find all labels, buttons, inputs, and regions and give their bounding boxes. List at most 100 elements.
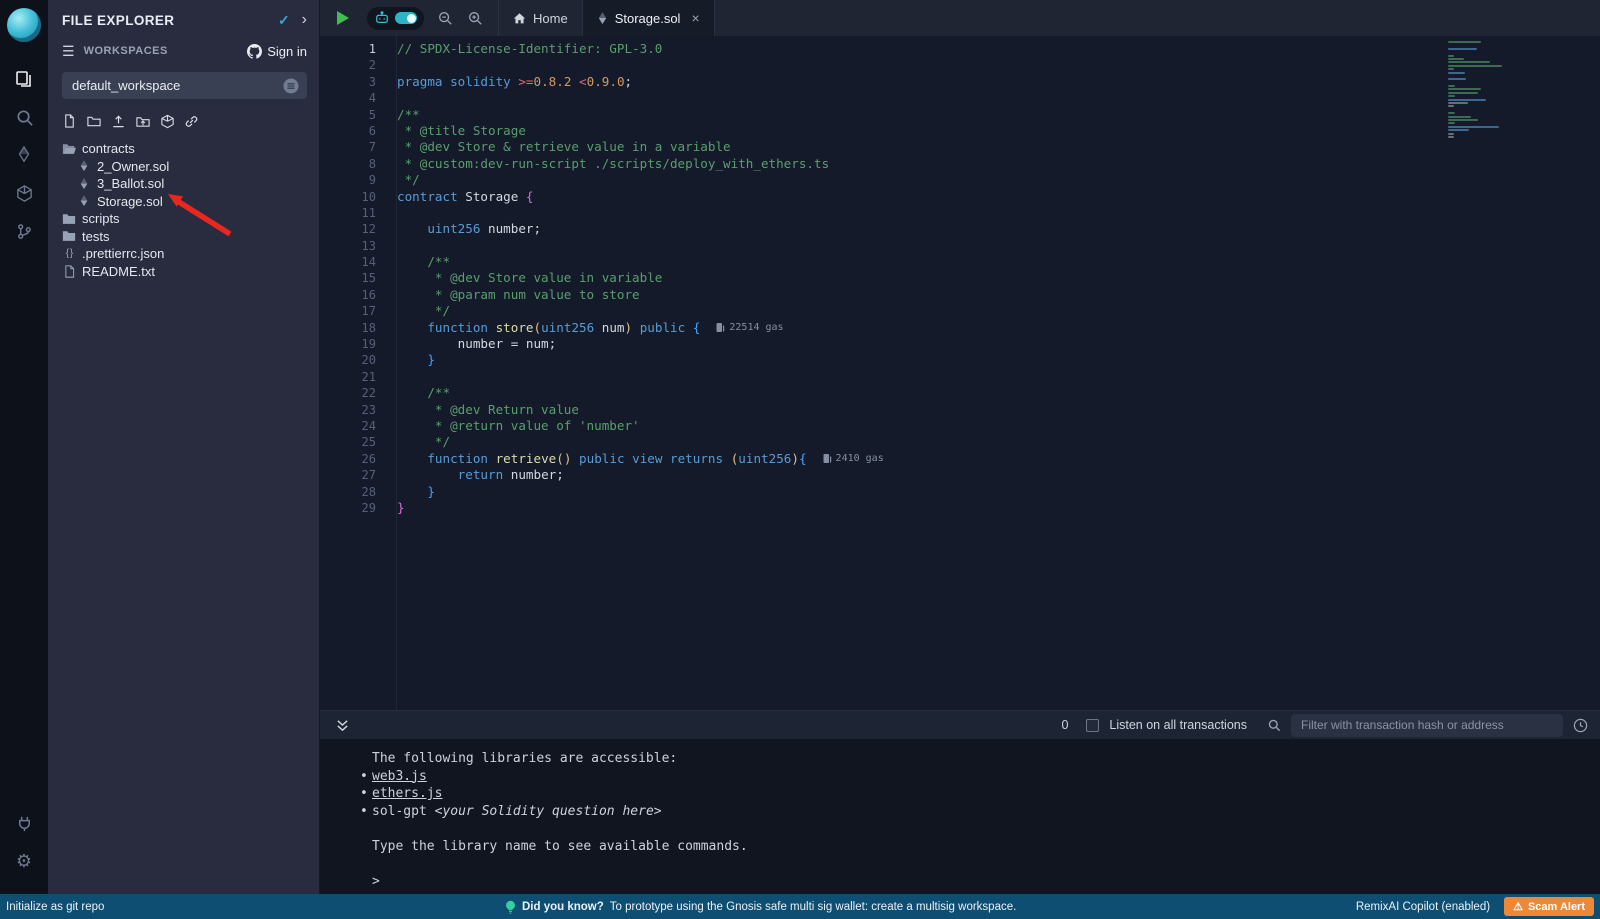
line-number: 21	[320, 369, 376, 385]
solidity-icon	[77, 195, 91, 207]
line-number: 4	[320, 90, 376, 106]
deploy-run-icon[interactable]	[0, 174, 48, 212]
file-tree-item[interactable]: 3_Ballot.sol	[48, 175, 319, 193]
library-link[interactable]: web3.js	[372, 769, 427, 784]
sign-in-button[interactable]: Sign in	[247, 44, 307, 59]
code-line[interactable]: 21	[320, 369, 1600, 385]
code-line[interactable]: 15 * @dev Store value in variable	[320, 270, 1600, 286]
code-line[interactable]: 28 }	[320, 484, 1600, 500]
new-file-icon[interactable]	[62, 113, 77, 129]
minimap[interactable]	[1448, 41, 1516, 710]
code-line[interactable]: 14 /**	[320, 254, 1600, 270]
code-line[interactable]: 24 * @return value of 'number'	[320, 418, 1600, 434]
file-explorer-icon[interactable]	[0, 60, 48, 98]
code-line[interactable]: 4	[320, 90, 1600, 106]
terminal-expand-icon[interactable]	[336, 719, 349, 732]
search-icon[interactable]	[1267, 718, 1281, 732]
code-line[interactable]: 16 * @param num value to store	[320, 287, 1600, 303]
code-line[interactable]: 1// SPDX-License-Identifier: GPL-3.0	[320, 41, 1600, 57]
workspace-selector[interactable]: default_workspace	[62, 72, 307, 99]
code-line[interactable]: 20 }	[320, 352, 1600, 368]
line-number: 9	[320, 172, 376, 188]
code-line[interactable]: 2	[320, 57, 1600, 73]
code-line[interactable]: 12 uint256 number;	[320, 221, 1600, 237]
code-line[interactable]: 6 * @title Storage	[320, 123, 1600, 139]
code-line[interactable]: 9 */	[320, 172, 1600, 188]
editor-tabbar: Home Storage.sol ×	[320, 0, 1600, 36]
terminal-line: The following libraries are accessible:	[372, 750, 1600, 768]
line-number: 15	[320, 270, 376, 286]
chevron-right-icon[interactable]: ›	[302, 11, 307, 29]
file-tree-item[interactable]: scripts	[48, 210, 319, 228]
upload-file-icon[interactable]	[111, 114, 126, 129]
code-line[interactable]: 29}	[320, 500, 1600, 516]
line-number: 29	[320, 500, 376, 516]
file-icon	[62, 265, 76, 278]
file-tree-item[interactable]: 2_Owner.sol	[48, 158, 319, 176]
code-line[interactable]: 8 * @custom:dev-run-script ./scripts/dep…	[320, 156, 1600, 172]
code-line[interactable]: 17 */	[320, 303, 1600, 319]
publish-box-icon[interactable]	[160, 114, 175, 129]
zoom-out-icon[interactable]	[430, 0, 460, 36]
listen-checkbox[interactable]	[1086, 719, 1099, 732]
file-tree-item[interactable]: README.txt	[48, 263, 319, 281]
remix-logo[interactable]	[7, 8, 41, 42]
code-line[interactable]: 23 * @dev Return value	[320, 402, 1600, 418]
terminal-output[interactable]: The following libraries are accessible:•…	[320, 739, 1600, 894]
code-line[interactable]: 3pragma solidity >=0.8.2 <0.9.0;	[320, 74, 1600, 90]
file-tree-item[interactable]: contracts	[48, 140, 319, 158]
code-line[interactable]: 25 */	[320, 434, 1600, 450]
tab-home[interactable]: Home	[499, 0, 582, 36]
code-line[interactable]: 5/**	[320, 107, 1600, 123]
line-number: 19	[320, 336, 376, 352]
block-time-icon[interactable]	[1573, 718, 1588, 733]
github-icon	[247, 44, 262, 59]
check-icon[interactable]: ✓	[278, 12, 290, 29]
plugin-manager-icon[interactable]	[0, 804, 48, 842]
library-link[interactable]: ethers.js	[372, 786, 442, 801]
scam-alert-button[interactable]: ⚠ Scam Alert	[1504, 897, 1594, 916]
git-icon[interactable]	[0, 212, 48, 250]
terminal-line	[372, 820, 1600, 838]
code-line[interactable]: 26 function retrieve() public view retur…	[320, 451, 1600, 467]
zoom-in-icon[interactable]	[460, 0, 490, 36]
code-line[interactable]: 7 * @dev Store & retrieve value in a var…	[320, 139, 1600, 155]
copilot-switch[interactable]	[395, 12, 417, 24]
copilot-toggle[interactable]	[367, 7, 424, 30]
git-init-button[interactable]: Initialize as git repo	[0, 901, 104, 913]
close-tab-icon[interactable]: ×	[691, 10, 699, 26]
code-line[interactable]: 18 function store(uint256 num) public {2…	[320, 320, 1600, 336]
filter-input[interactable]	[1291, 714, 1563, 737]
run-script-button[interactable]	[320, 0, 361, 36]
folder-icon	[62, 230, 76, 242]
workspaces-menu-icon[interactable]: ☰	[62, 43, 75, 60]
settings-icon[interactable]: ⚙	[0, 842, 48, 880]
gas-estimate-badge: 22514 gas	[716, 320, 783, 336]
file-tree-item[interactable]: { }.prettierrc.json	[48, 245, 319, 263]
line-number: 11	[320, 205, 376, 221]
code-line[interactable]: 22 /**	[320, 385, 1600, 401]
code-line[interactable]: 10contract Storage {	[320, 189, 1600, 205]
workspace-options-icon[interactable]	[283, 78, 299, 94]
code-editor[interactable]: 1// SPDX-License-Identifier: GPL-3.023pr…	[320, 36, 1600, 710]
gas-pump-icon	[716, 322, 725, 333]
solidity-compiler-icon[interactable]	[0, 136, 48, 174]
link-icon[interactable]	[184, 114, 199, 129]
upload-folder-icon[interactable]	[135, 114, 151, 129]
terminal-line: Type the library name to see available c…	[372, 838, 1600, 856]
file-tree-item[interactable]: Storage.sol	[48, 193, 319, 211]
code-line[interactable]: 13	[320, 238, 1600, 254]
home-icon	[513, 12, 526, 25]
terminal-prompt[interactable]: >	[372, 873, 1600, 891]
search-icon[interactable]	[0, 98, 48, 136]
new-folder-icon[interactable]	[86, 114, 102, 129]
tab-storage-sol[interactable]: Storage.sol ×	[583, 0, 714, 36]
file-tree-item[interactable]: tests	[48, 228, 319, 246]
line-number: 26	[320, 451, 376, 467]
copilot-status[interactable]: RemixAI Copilot (enabled)	[1356, 901, 1490, 913]
code-line[interactable]: 19 number = num;	[320, 336, 1600, 352]
code-line[interactable]: 27 return number;	[320, 467, 1600, 483]
code-line[interactable]: 11	[320, 205, 1600, 221]
line-number: 27	[320, 467, 376, 483]
folder-open-icon	[62, 143, 76, 155]
